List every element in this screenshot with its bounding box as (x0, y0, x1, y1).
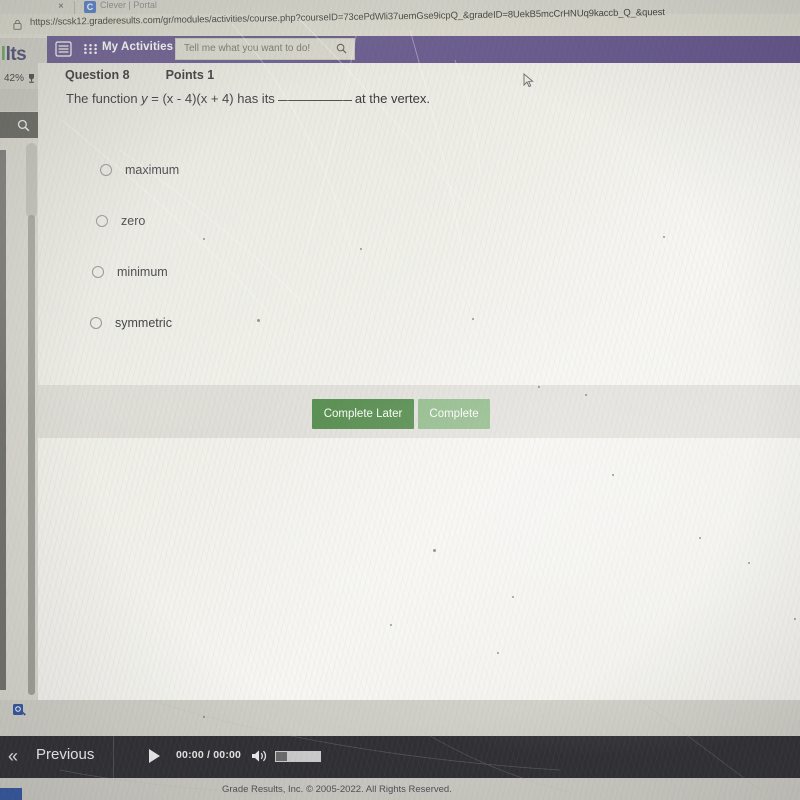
content-sheet (38, 63, 800, 700)
question-prompt: The function y = (x - 4)(x + 4) has its a… (66, 91, 430, 106)
player-divider (113, 736, 114, 778)
option-label: maximum (125, 163, 180, 177)
prompt-expression: = (x - 4)(x + 4) has its (147, 91, 275, 106)
page-scrollbar-track[interactable] (28, 215, 35, 695)
radio-button[interactable] (96, 215, 108, 227)
progress-indicator: 42% (4, 73, 36, 84)
app-header-bar: My Activities Tell me what you want to d… (47, 36, 800, 63)
answer-blank (277, 100, 352, 101)
prompt-suffix: at the vertex. (354, 91, 430, 106)
option-zero[interactable]: zero (96, 214, 145, 228)
radio-button[interactable] (100, 164, 112, 176)
time-display: 00:00 / 00:00 (176, 749, 241, 761)
previous-chevron-icon[interactable]: « (8, 745, 18, 767)
clever-favicon-icon: C (84, 1, 96, 13)
complete-later-button[interactable]: Complete Later (312, 399, 414, 429)
option-symmetric[interactable]: symmetric (90, 316, 172, 330)
activity-content-panel: Question 8 Points 1 The function y = (x … (38, 63, 800, 700)
rail-dark-edge (0, 150, 6, 690)
complete-button[interactable]: Complete (418, 399, 490, 429)
previous-button[interactable]: Previous (36, 746, 94, 763)
prompt-prefix: The function (66, 91, 142, 106)
option-label: symmetric (115, 316, 172, 330)
question-number: Question 8 (65, 68, 130, 82)
trophy-icon (29, 74, 35, 83)
appbar-left-gap (0, 34, 48, 38)
option-label: minimum (117, 265, 168, 279)
progress-percent: 42% (4, 73, 25, 84)
volume-icon[interactable] (251, 748, 268, 764)
radio-button[interactable] (92, 266, 104, 278)
browser-tab-title[interactable]: Clever | Portal (100, 0, 157, 10)
search-icon[interactable] (336, 43, 347, 54)
page-scrollbar-thumb[interactable] (26, 143, 37, 218)
question-header: Question 8 Points 1 (65, 68, 214, 82)
time-current: 00:00 (176, 749, 204, 761)
tell-me-placeholder: Tell me what you want to do! (184, 43, 311, 54)
list-menu-icon[interactable] (55, 41, 72, 57)
play-icon[interactable] (149, 749, 160, 763)
search-icon (17, 119, 30, 131)
lock-icon (13, 19, 22, 30)
brand-logo-text: lts (5, 44, 27, 65)
tab-close-icon[interactable]: × (58, 1, 64, 12)
taskbar-window-chip[interactable] (0, 788, 22, 800)
radio-button[interactable] (90, 317, 102, 329)
volume-slider-handle[interactable] (276, 752, 287, 761)
my-activities-label[interactable]: My Activities (102, 41, 173, 53)
option-minimum[interactable]: minimum (92, 265, 168, 279)
footer-copyright: Grade Results, Inc. © 2005-2022. All Rig… (222, 784, 452, 795)
question-points: Points 1 (165, 68, 215, 82)
tell-me-search-box[interactable]: Tell me what you want to do! (175, 38, 355, 60)
brand-logo: lllts (0, 44, 27, 66)
tab-divider (74, 1, 75, 14)
time-separator: / (206, 749, 211, 761)
player-bar: « Previous 00:00 / 00:00 (0, 736, 800, 778)
photographed-screen: × C Clever | Portal https://scsk12.grade… (0, 0, 800, 800)
browser-url-bar[interactable]: https://scsk12.graderesults.com/gr/modul… (0, 7, 800, 36)
url-text[interactable]: https://scsk12.graderesults.com/gr/modul… (30, 7, 665, 28)
option-maximum[interactable]: maximum (100, 163, 179, 177)
time-total: 00:00 (213, 749, 242, 761)
app-grid-icon[interactable] (83, 42, 98, 56)
mouse-pointer-icon (523, 73, 534, 88)
accessibility-icon[interactable] (12, 703, 26, 717)
option-label: zero (121, 214, 146, 228)
